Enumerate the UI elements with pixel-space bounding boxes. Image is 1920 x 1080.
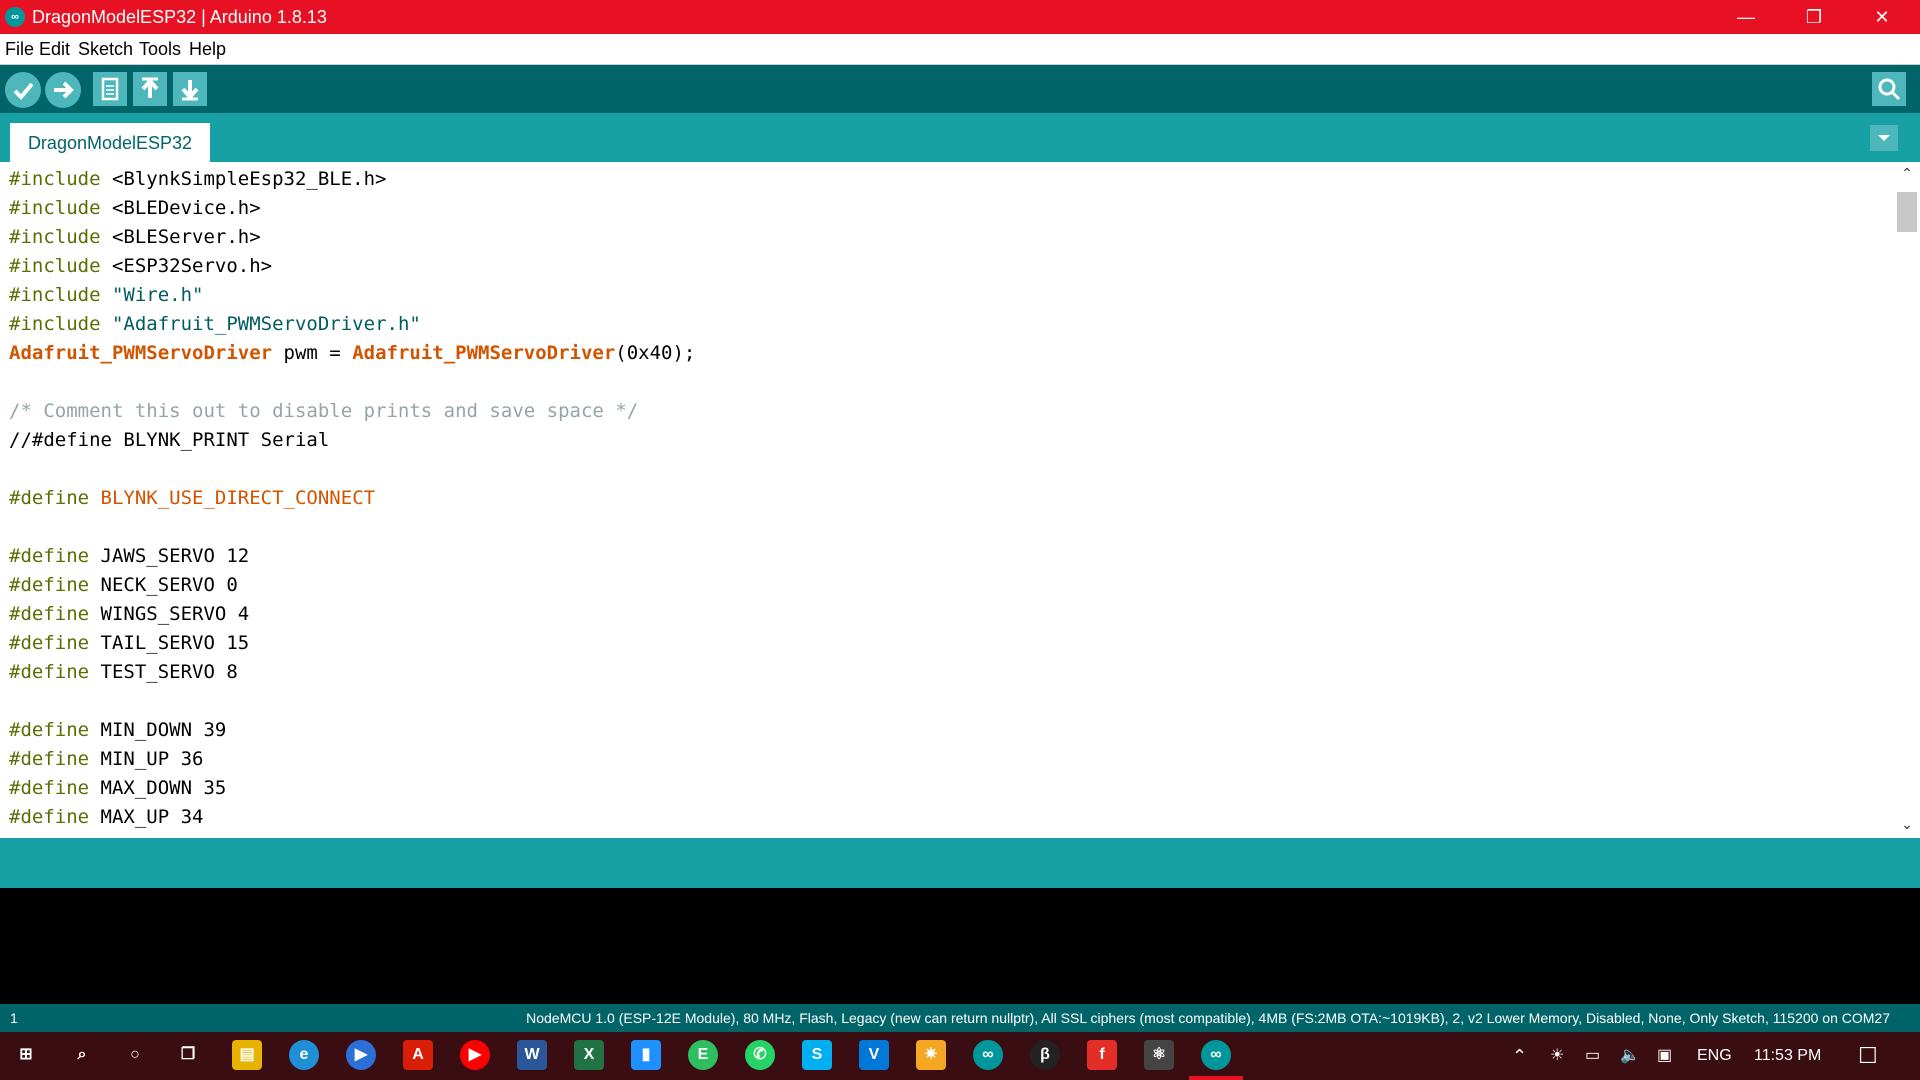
menu-file[interactable]: File — [5, 34, 34, 64]
menu-help[interactable]: Help — [189, 34, 226, 64]
notification-icon[interactable]: ☐ — [1858, 1032, 1878, 1080]
console-output[interactable] — [0, 888, 1920, 1004]
serial-monitor-button[interactable] — [1872, 72, 1906, 106]
code-line: #define MIN_UP 36 — [9, 748, 204, 770]
code-line: #define BLYNK_USE_DIRECT_CONNECT — [9, 487, 376, 509]
bracket-app-icon[interactable]: β — [1030, 1040, 1060, 1070]
chevron-up-icon[interactable]: ⌃ — [1512, 1032, 1527, 1080]
code-line: #define MIN_DOWN 39 — [9, 719, 227, 741]
verify-button[interactable] — [5, 72, 41, 108]
weather-icon[interactable]: ☀ — [1550, 1032, 1564, 1080]
task-view-icon[interactable]: ❐ — [173, 1040, 203, 1070]
toolbar — [0, 65, 1920, 113]
message-area — [0, 838, 1920, 888]
save-sketch-button[interactable] — [173, 72, 207, 106]
taskbar: ⊞ ⌕ ○ ❐ ▤ e ▶ A ▶ W X ▮ E ✆ S V ✷ ∞ β f … — [0, 1032, 1920, 1080]
arrow-right-icon — [54, 81, 74, 99]
app-star-icon[interactable]: ✷ — [916, 1040, 946, 1070]
code-line: #include <BlynkSimpleEsp32_BLE.h> — [9, 168, 387, 190]
code-line: #define WINGS_SERVO 4 — [9, 603, 250, 625]
notepad-icon[interactable]: ▮ — [631, 1040, 661, 1070]
acrobat-icon[interactable]: A — [403, 1040, 433, 1070]
chevron-down-icon — [1878, 135, 1890, 141]
menu-bar: File Edit Sketch Tools Help — [0, 34, 1920, 65]
active-app-indicator — [1189, 1076, 1243, 1080]
code-line: /* Comment this out to disable prints an… — [9, 400, 639, 422]
code-line: #define TAIL_SERVO 15 — [9, 632, 250, 654]
code-line: #define TEST_SERVO 8 — [9, 661, 238, 683]
clock[interactable]: 11:53 PM — [1754, 1032, 1821, 1080]
code-line: Adafruit_PWMServoDriver pwm = Adafruit_P… — [9, 342, 696, 364]
scrollbar-thumb[interactable] — [1897, 192, 1917, 232]
file-explorer-icon[interactable]: ▤ — [232, 1040, 262, 1070]
code-line: #include <BLEDevice.h> — [9, 197, 261, 219]
network-icon[interactable]: ▭ — [1585, 1032, 1600, 1080]
board-info: NodeMCU 1.0 (ESP-12E Module), 80 MHz, Fl… — [526, 1010, 1890, 1026]
word-icon[interactable]: W — [517, 1040, 547, 1070]
editor-scrollbar[interactable]: ⌃ ⌄ — [1894, 162, 1920, 835]
flash-icon[interactable]: f — [1087, 1040, 1117, 1070]
language-indicator[interactable]: ENG — [1697, 1032, 1732, 1080]
edge-icon[interactable]: e — [289, 1040, 319, 1070]
minimize-icon: — — [1737, 7, 1755, 27]
arrow-up-icon — [141, 77, 159, 98]
tab-menu-button[interactable] — [1870, 125, 1898, 151]
battery-icon[interactable]: ▣ — [1657, 1032, 1672, 1080]
code-line: #define MAX_DOWN 35 — [9, 777, 227, 799]
excel-icon[interactable]: X — [574, 1040, 604, 1070]
arduino-app-icon: ∞ — [5, 7, 25, 27]
magnifier-icon — [1878, 78, 1901, 101]
search-icon[interactable]: ⌕ — [67, 1040, 97, 1070]
close-icon: ✕ — [1874, 7, 1890, 27]
start-icon[interactable]: ⊞ — [11, 1040, 41, 1070]
cortana-icon[interactable]: ○ — [120, 1040, 150, 1070]
upload-button[interactable] — [45, 72, 81, 108]
code-line: #include <ESP32Servo.h> — [9, 255, 273, 277]
menu-tools[interactable]: Tools — [139, 34, 181, 64]
tab-dragonmodelesp32[interactable]: DragonModelESP32 — [10, 123, 210, 162]
close-button[interactable]: ✕ — [1848, 0, 1916, 34]
scroll-down-icon[interactable]: ⌄ — [1894, 813, 1920, 835]
minimize-button[interactable]: — — [1712, 0, 1780, 34]
arrow-down-icon — [181, 80, 199, 101]
code-line: //#define BLYNK_PRINT Serial — [9, 429, 330, 451]
window-title: DragonModelESP32 | Arduino 1.8.13 — [32, 7, 327, 27]
skype-icon[interactable]: S — [802, 1040, 832, 1070]
arduino-active-icon[interactable]: ∞ — [1201, 1040, 1231, 1070]
title-bar: ∞ DragonModelESP32 | Arduino 1.8.13 — ❐ … — [0, 0, 1920, 34]
tab-bar: DragonModelESP32 — [0, 113, 1920, 162]
restore-icon: ❐ — [1805, 7, 1823, 27]
line-number: 1 — [10, 1010, 18, 1026]
code-line: #include <BLEServer.h> — [9, 226, 261, 248]
code-line: #define MAX_UP 34 — [9, 806, 204, 828]
youtube-icon[interactable]: ▶ — [460, 1040, 490, 1070]
code-line: #define JAWS_SERVO 12 — [9, 545, 250, 567]
new-file-icon — [101, 77, 119, 101]
status-bar: 1 NodeMCU 1.0 (ESP-12E Module), 80 MHz, … — [0, 1004, 1920, 1032]
vs-code-icon[interactable]: V — [859, 1040, 889, 1070]
arduino-icon[interactable]: ∞ — [973, 1040, 1003, 1070]
open-sketch-button[interactable] — [133, 72, 167, 106]
media-player-icon[interactable]: ▶ — [346, 1040, 376, 1070]
evernote-icon[interactable]: E — [688, 1040, 718, 1070]
code-editor[interactable]: #include <BlynkSimpleEsp32_BLE.h> #inclu… — [0, 162, 1894, 835]
code-line: #include "Wire.h" — [9, 284, 204, 306]
restore-button[interactable]: ❐ — [1780, 0, 1848, 34]
electron-app-icon[interactable]: ⚛ — [1144, 1040, 1174, 1070]
check-icon — [13, 82, 34, 100]
code-line: #include "Adafruit_PWMServoDriver.h" — [9, 313, 421, 335]
menu-edit[interactable]: Edit — [39, 34, 70, 64]
volume-icon[interactable]: 🔈 — [1620, 1032, 1640, 1080]
whatsapp-icon[interactable]: ✆ — [745, 1040, 775, 1070]
scroll-up-icon[interactable]: ⌃ — [1894, 162, 1920, 184]
new-sketch-button[interactable] — [93, 72, 127, 106]
menu-sketch[interactable]: Sketch — [78, 34, 133, 64]
code-line: #define NECK_SERVO 0 — [9, 574, 238, 596]
